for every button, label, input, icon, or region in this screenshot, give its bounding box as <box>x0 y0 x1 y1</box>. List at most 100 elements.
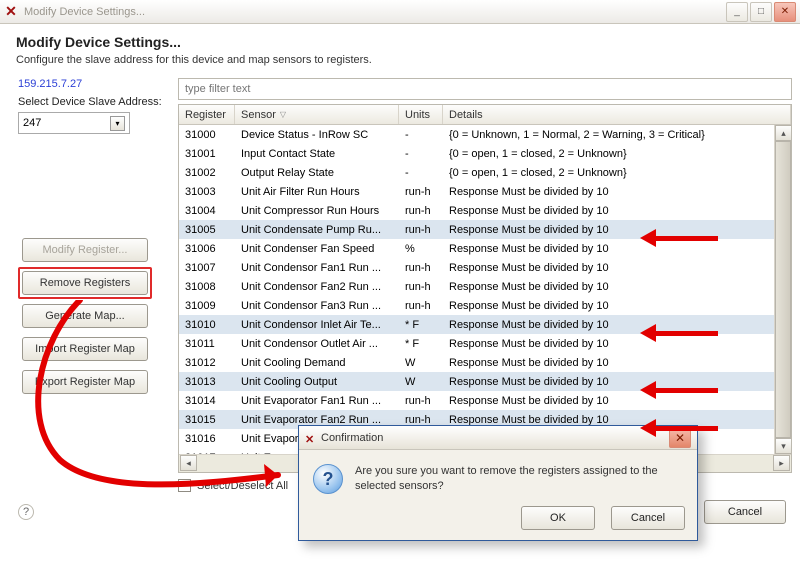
modify-register-label: Modify Register... <box>43 244 128 256</box>
export-register-map-label: Export Register Map <box>35 376 135 388</box>
col-sensor[interactable]: Sensor▽ <box>235 105 399 124</box>
cell-details: Response Must be divided by 10 <box>443 357 791 369</box>
confirmation-message: Are you sure you want to remove the regi… <box>355 464 683 494</box>
cell-sensor: Unit Condensor Fan3 Run ... <box>235 300 399 312</box>
cell-units: run-h <box>399 395 443 407</box>
table-row[interactable]: 31005Unit Condensate Pump Ru...run-hResp… <box>179 220 791 239</box>
slave-address-label: Select Device Slave Address: <box>18 96 166 108</box>
table-row[interactable]: 31002Output Relay State-{0 = open, 1 = c… <box>179 163 791 182</box>
app-icon-small: ✕ <box>305 433 315 443</box>
table-row[interactable]: 31009Unit Condensor Fan3 Run ...run-hRes… <box>179 296 791 315</box>
device-ip-link[interactable]: 159.215.7.27 <box>18 78 166 90</box>
cell-units: % <box>399 243 443 255</box>
close-button[interactable]: ✕ <box>774 2 796 22</box>
confirmation-cancel-button[interactable]: Cancel <box>611 506 685 530</box>
remove-registers-label: Remove Registers <box>40 277 130 289</box>
cell-register: 31006 <box>179 243 235 255</box>
cell-details: Response Must be divided by 10 <box>443 338 791 350</box>
confirmation-titlebar: ✕ Confirmation ✕ <box>299 426 697 450</box>
cell-units: run-h <box>399 205 443 217</box>
scroll-right-icon[interactable]: ▸ <box>773 455 790 471</box>
scroll-up-icon[interactable]: ▴ <box>775 125 792 141</box>
cell-register: 31001 <box>179 148 235 160</box>
cell-units: run-h <box>399 281 443 293</box>
cell-sensor: Unit Condensor Fan2 Run ... <box>235 281 399 293</box>
cell-details: Response Must be divided by 10 <box>443 319 791 331</box>
import-register-map-label: Import Register Map <box>35 343 135 355</box>
cell-register: 31011 <box>179 338 235 350</box>
cell-units: run-h <box>399 414 443 426</box>
app-icon: ✕ <box>4 5 18 19</box>
confirmation-ok-button[interactable]: OK <box>521 506 595 530</box>
table-row[interactable]: 31013Unit Cooling OutputWResponse Must b… <box>179 372 791 391</box>
table-row[interactable]: 31011Unit Condensor Outlet Air ...* FRes… <box>179 334 791 353</box>
confirmation-close-button[interactable]: ✕ <box>669 428 691 448</box>
cell-register: 31000 <box>179 129 235 141</box>
minimize-button[interactable]: _ <box>726 2 748 22</box>
modify-register-button: Modify Register... <box>22 238 148 262</box>
table-row[interactable]: 31007Unit Condensor Fan1 Run ...run-hRes… <box>179 258 791 277</box>
cell-register: 31010 <box>179 319 235 331</box>
help-icon[interactable]: ? <box>18 504 34 520</box>
table-row[interactable]: 31003Unit Air Filter Run Hoursrun-hRespo… <box>179 182 791 201</box>
scroll-thumb[interactable] <box>775 141 791 438</box>
cell-register: 31007 <box>179 262 235 274</box>
cell-units: run-h <box>399 224 443 236</box>
col-details[interactable]: Details <box>443 105 791 124</box>
slave-address-combo[interactable]: 247 ▾ <box>18 112 130 134</box>
select-all-checkbox[interactable] <box>178 479 191 492</box>
col-register[interactable]: Register <box>179 105 235 124</box>
cell-register: 31008 <box>179 281 235 293</box>
cell-units: - <box>399 148 443 160</box>
cancel-button[interactable]: Cancel <box>704 500 786 524</box>
remove-registers-button[interactable]: Remove Registers <box>22 271 148 295</box>
cell-register: 31015 <box>179 414 235 426</box>
cell-register: 31004 <box>179 205 235 217</box>
table-row[interactable]: 31006Unit Condenser Fan Speed%Response M… <box>179 239 791 258</box>
cell-sensor: Unit Evaporator Fan1 Run ... <box>235 395 399 407</box>
cell-register: 31003 <box>179 186 235 198</box>
cell-details: {0 = open, 1 = closed, 2 = Unknown} <box>443 148 791 160</box>
filter-input[interactable] <box>178 78 792 100</box>
cell-sensor: Unit Evaporator Fan2 Run ... <box>235 414 399 426</box>
cell-register: 31012 <box>179 357 235 369</box>
generate-map-button[interactable]: Generate Map... <box>22 304 148 328</box>
cell-details: Response Must be divided by 10 <box>443 262 791 274</box>
col-units[interactable]: Units <box>399 105 443 124</box>
vertical-scrollbar[interactable]: ▴ ▾ <box>774 125 791 454</box>
export-register-map-button[interactable]: Export Register Map <box>22 370 148 394</box>
cell-details: Response Must be divided by 10 <box>443 395 791 407</box>
table-row[interactable]: 31008Unit Condensor Fan2 Run ...run-hRes… <box>179 277 791 296</box>
table-row[interactable]: 31001Input Contact State-{0 = open, 1 = … <box>179 144 791 163</box>
cell-units: - <box>399 129 443 141</box>
cell-units: * F <box>399 319 443 331</box>
titlebar: ✕ Modify Device Settings... _ □ ✕ <box>0 0 800 24</box>
cell-units: * F <box>399 338 443 350</box>
table-row[interactable]: 31014Unit Evaporator Fan1 Run ...run-hRe… <box>179 391 791 410</box>
cell-details: Response Must be divided by 10 <box>443 281 791 293</box>
cell-units: W <box>399 376 443 388</box>
select-all-label: Select/Deselect All <box>197 480 288 492</box>
maximize-button[interactable]: □ <box>750 2 772 22</box>
table-row[interactable]: 31010Unit Condensor Inlet Air Te...* FRe… <box>179 315 791 334</box>
sort-asc-icon: ▽ <box>280 110 286 119</box>
cell-register: 31002 <box>179 167 235 179</box>
combo-dropdown-icon[interactable]: ▾ <box>110 116 125 131</box>
cell-sensor: Unit Compressor Run Hours <box>235 205 399 217</box>
cell-sensor: Unit Condensate Pump Ru... <box>235 224 399 236</box>
table-row[interactable]: 31012Unit Cooling DemandWResponse Must b… <box>179 353 791 372</box>
cell-register: 31016 <box>179 433 235 445</box>
table-row[interactable]: 31000Device Status - InRow SC-{0 = Unkno… <box>179 125 791 144</box>
table-body: 31000Device Status - InRow SC-{0 = Unkno… <box>179 125 791 454</box>
scroll-left-icon[interactable]: ◂ <box>180 455 197 471</box>
cell-register: 31013 <box>179 376 235 388</box>
cell-sensor: Unit Condensor Inlet Air Te... <box>235 319 399 331</box>
import-register-map-button[interactable]: Import Register Map <box>22 337 148 361</box>
scroll-down-icon[interactable]: ▾ <box>775 438 792 454</box>
table-header: Register Sensor▽ Units Details <box>179 105 791 125</box>
dialog-title: Modify Device Settings... <box>16 34 784 50</box>
confirmation-title: Confirmation <box>321 432 383 444</box>
table-row[interactable]: 31004Unit Compressor Run Hoursrun-hRespo… <box>179 201 791 220</box>
cell-register: 31005 <box>179 224 235 236</box>
cell-units: run-h <box>399 300 443 312</box>
